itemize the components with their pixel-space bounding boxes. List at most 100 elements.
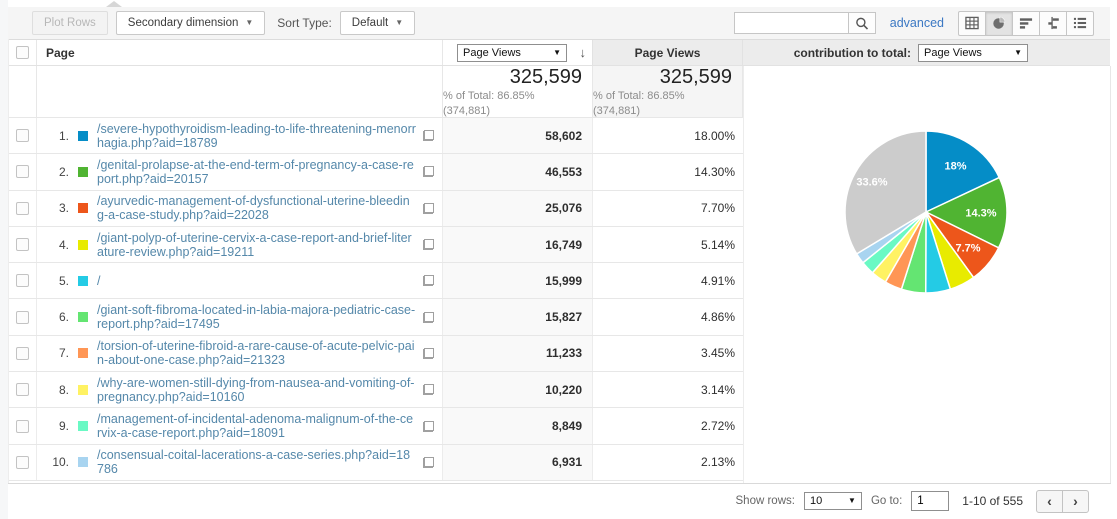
row-checkbox[interactable]: [15, 165, 29, 179]
pageviews-value-cell: 15,827: [443, 299, 593, 335]
sort-type-value: Default: [351, 17, 389, 29]
legend-color-swatch: [78, 203, 88, 214]
view-percentage-button[interactable]: [985, 10, 1013, 36]
row-checkbox-cell: [8, 299, 37, 335]
pageviews-percent-cell: 5.14%: [700, 237, 735, 252]
row-index: 4.: [58, 237, 69, 252]
show-rows-dropdown[interactable]: 10 ▼: [803, 492, 862, 510]
page-url-link[interactable]: /genital-prolapse-at-the-end-term-of-pre…: [97, 158, 416, 186]
row-index: 9.: [58, 419, 69, 434]
row-checkbox[interactable]: [15, 238, 29, 252]
contribution-select-value: Page Views: [924, 46, 982, 59]
goto-page-input[interactable]: [911, 491, 950, 511]
row-checkbox[interactable]: [15, 274, 29, 288]
pageviews-value-cell: 58,602: [443, 118, 593, 154]
contribution-label: contribution to total:: [793, 45, 911, 60]
caret-down-icon: ▼: [1014, 47, 1022, 57]
page-url-link[interactable]: /severe-hypothyroidism-leading-to-life-t…: [97, 122, 416, 150]
view-pivot-button[interactable]: [1066, 10, 1094, 36]
row-index: 2.: [58, 164, 69, 179]
external-link-icon[interactable]: [423, 311, 434, 323]
contribution-header-cell: contribution to total: Page Views ▼: [743, 40, 1110, 65]
sort-type-dropdown[interactable]: Default ▼: [339, 11, 416, 35]
external-link-icon[interactable]: [423, 456, 434, 468]
table-row: 2. /genital-prolapse-at-the-end-term-of-p…: [8, 154, 743, 191]
table-left-border: [8, 39, 9, 483]
page-url-link[interactable]: /management-of-incidental-adenoma-malign…: [97, 412, 416, 440]
view-toggle-group: [958, 10, 1094, 36]
row-checkbox[interactable]: [15, 419, 29, 433]
external-link-icon[interactable]: [423, 130, 434, 142]
pageviews-value-cell: 8,849: [443, 408, 593, 444]
row-checkbox-cell: [8, 118, 37, 154]
page-url-link[interactable]: /torsion-of-uterine-fibroid-a-rare-cause…: [97, 339, 416, 367]
external-link-icon[interactable]: [423, 275, 434, 287]
pageviews-value-cell: 15,999: [443, 263, 593, 299]
row-checkbox-cell: [8, 408, 37, 444]
page-url-link[interactable]: /giant-soft-fibroma-located-in-labia-maj…: [97, 303, 416, 331]
external-link-icon[interactable]: [423, 239, 434, 251]
page-url-link[interactable]: /giant-polyp-of-uterine-cervix-a-case-re…: [97, 231, 416, 259]
row-index: 7.: [58, 346, 69, 361]
pageviews-percent-cell: 4.91%: [700, 273, 735, 288]
pageviews-percent-cell: 3.45%: [700, 346, 735, 361]
row-checkbox[interactable]: [15, 129, 29, 143]
data-table-icon: [965, 16, 979, 30]
table-row: 9. /management-of-incidental-adenoma-mali…: [8, 408, 743, 445]
legend-color-swatch: [78, 166, 88, 177]
row-checkbox[interactable]: [15, 310, 29, 324]
table-row: 4. /giant-polyp-of-uterine-cervix-a-case-…: [8, 226, 743, 264]
legend-color-swatch: [78, 457, 88, 468]
pageviews-percent-cell: 14.30%: [694, 164, 735, 179]
row-checkbox[interactable]: [15, 383, 29, 397]
external-link-icon[interactable]: [423, 347, 434, 359]
view-comparison-button[interactable]: [1039, 10, 1067, 36]
previous-page-button[interactable]: ‹: [1036, 489, 1063, 513]
pageviews-value-cell: 25,076: [443, 190, 593, 226]
search-input[interactable]: [733, 12, 848, 34]
pie-chart-icon: [993, 16, 1006, 29]
external-link-icon[interactable]: [423, 384, 434, 396]
plot-rows-button[interactable]: Plot Rows: [32, 11, 108, 35]
page-cell: 10. /consensual-coital-lacerations-a-case…: [37, 444, 443, 480]
metric-select-dropdown[interactable]: Page Views ▼: [457, 43, 567, 62]
external-link-icon[interactable]: [423, 166, 434, 178]
totals-pageviews-cell-2: 325,599 % of Total: 86.85% (374,881): [593, 66, 743, 117]
row-checkbox[interactable]: [15, 455, 29, 469]
page-cell: 5. /: [37, 263, 443, 299]
select-all-checkbox[interactable]: [15, 46, 29, 59]
totals-pageviews-cell: 325,599 % of Total: 86.85% (374,881): [443, 66, 593, 117]
row-checkbox-cell: [8, 154, 37, 190]
search-icon: [855, 17, 868, 30]
page-url-link[interactable]: /why-are-women-still-dying-from-nausea-a…: [97, 376, 416, 404]
sort-descending-icon[interactable]: ↓: [580, 45, 587, 60]
page-cell: 6. /giant-soft-fibroma-located-in-labia-m…: [37, 299, 443, 335]
table-row: 1. /severe-hypothyroidism-leading-to-life…: [8, 118, 743, 155]
next-page-button[interactable]: ›: [1062, 489, 1089, 513]
external-link-icon[interactable]: [423, 202, 434, 214]
page-url-link[interactable]: /: [97, 274, 416, 288]
page-cell: 2. /genital-prolapse-at-the-end-term-of-p…: [37, 154, 443, 190]
external-link-icon[interactable]: [423, 420, 434, 432]
page-cell: 1. /severe-hypothyroidism-leading-to-life…: [37, 118, 443, 154]
metric-select-cell: Page Views ▼ ↓: [443, 40, 593, 65]
advanced-search-link[interactable]: advanced: [890, 16, 944, 30]
secondary-dimension-button[interactable]: Secondary dimension ▼: [115, 11, 266, 35]
view-data-table-button[interactable]: [958, 10, 986, 36]
page-url-link[interactable]: /consensual-coital-lacerations-a-case-se…: [97, 448, 416, 476]
pivot-table-icon: [1073, 17, 1087, 29]
page-url-link[interactable]: /ayurvedic-management-of-dysfunctional-u…: [97, 194, 416, 222]
page-cell: 3. /ayurvedic-management-of-dysfunctional…: [37, 190, 443, 226]
row-checkbox-cell: [8, 444, 37, 480]
totals-percent-caption: % of Total: 86.85% (374,881): [593, 89, 685, 117]
page-column-header[interactable]: Page: [37, 40, 443, 65]
pageviews-column-header[interactable]: Page Views: [593, 40, 743, 65]
search-button[interactable]: [847, 12, 876, 34]
view-performance-button[interactable]: [1012, 10, 1040, 36]
totals-percent-caption: % of Total: 86.85% (374,881): [443, 89, 535, 117]
row-checkbox-cell: [8, 263, 37, 299]
contribution-select-dropdown[interactable]: Page Views ▼: [918, 43, 1028, 62]
row-checkbox[interactable]: [15, 201, 29, 215]
row-checkbox[interactable]: [15, 346, 29, 360]
pageviews-percent-cell: 2.72%: [700, 419, 735, 434]
